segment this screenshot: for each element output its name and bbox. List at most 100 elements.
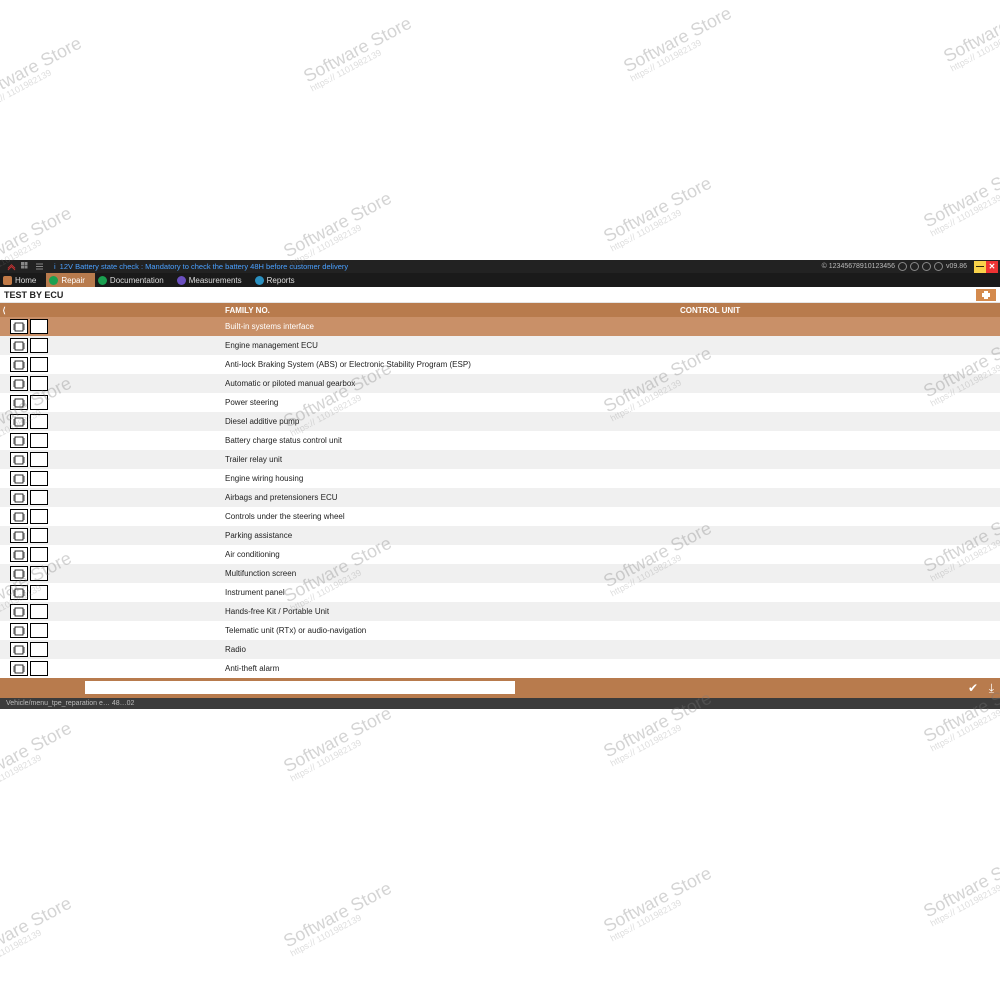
tab-measurements[interactable]: Measurements — [174, 273, 252, 287]
system-icon — [30, 376, 48, 391]
row-icon-cell — [0, 621, 55, 640]
watermark: Software Storehttps:// 1101982139 — [0, 894, 78, 974]
table-row[interactable]: Built-in systems interface — [0, 317, 1000, 336]
row-icon-cell — [0, 450, 55, 469]
system-icon — [30, 528, 48, 543]
ecu-icon — [10, 319, 28, 334]
table-row[interactable]: Diesel additive pump — [0, 412, 1000, 431]
page-title-bar: TEST BY ECU — [0, 287, 1000, 303]
version-label: v09.86 — [946, 263, 967, 270]
brand-logo-icon — [6, 262, 16, 272]
status-circle-icon[interactable] — [910, 262, 919, 271]
row-label: Airbags and pretensioners ECU — [55, 493, 338, 502]
system-icon — [30, 547, 48, 562]
system-icon — [30, 642, 48, 657]
ecu-list: Built-in systems interface Engine managem… — [0, 317, 1000, 678]
notification-text: 12V Battery state check : Mandatory to c… — [60, 262, 348, 271]
ecu-icon — [10, 547, 28, 562]
table-row[interactable]: Multifunction screen — [0, 564, 1000, 583]
page-title: TEST BY ECU — [4, 290, 63, 300]
table-row[interactable]: Anti-lock Braking System (ABS) or Electr… — [0, 355, 1000, 374]
ecu-icon — [10, 528, 28, 543]
table-row[interactable]: Controls under the steering wheel — [0, 507, 1000, 526]
notification-message[interactable]: i 12V Battery state check : Mandatory to … — [54, 262, 348, 271]
row-icon-cell — [0, 583, 55, 602]
row-icon-cell — [0, 526, 55, 545]
row-label: Battery charge status control unit — [55, 436, 342, 445]
system-icon — [30, 357, 48, 372]
table-row[interactable]: Power steering — [0, 393, 1000, 412]
close-button[interactable]: ✕ — [986, 261, 998, 273]
row-label: Automatic or piloted manual gearbox — [55, 379, 355, 388]
home-icon — [3, 276, 12, 285]
watermark: Software Storehttps:// 1101982139 — [301, 14, 419, 94]
table-row[interactable]: Trailer relay unit — [0, 450, 1000, 469]
table-row[interactable]: Hands-free Kit / Portable Unit — [0, 602, 1000, 621]
table-row[interactable]: Instrument panel — [0, 583, 1000, 602]
menu-icon[interactable] — [34, 262, 44, 272]
watermark: Software Storehttps:// 1101982139 — [601, 864, 719, 944]
table-row[interactable]: Airbags and pretensioners ECU — [0, 488, 1000, 507]
status-circle-icon[interactable] — [934, 262, 943, 271]
table-row[interactable]: Engine wiring housing — [0, 469, 1000, 488]
scroll-left-handle[interactable]: ⟨ — [0, 303, 8, 317]
ecu-icon — [10, 585, 28, 600]
row-icon-cell — [0, 374, 55, 393]
row-label: Multifunction screen — [55, 569, 296, 578]
minimize-button[interactable]: — — [974, 261, 986, 273]
tab-documentation[interactable]: Documentation — [95, 273, 174, 287]
system-icon — [30, 395, 48, 410]
tab-reports[interactable]: Reports — [252, 273, 305, 287]
table-header: ⟨ FAMILY NO. CONTROL UNIT — [0, 303, 1000, 317]
row-label: Hands-free Kit / Portable Unit — [55, 607, 329, 616]
watermark: Software Storehttps:// 1101982139 — [941, 0, 1000, 73]
table-row[interactable]: Air conditioning — [0, 545, 1000, 564]
table-row[interactable]: Radio — [0, 640, 1000, 659]
ecu-icon — [10, 414, 28, 429]
row-icon-cell — [0, 659, 55, 678]
table-row[interactable]: Parking assistance — [0, 526, 1000, 545]
row-label: Engine management ECU — [55, 341, 318, 350]
nav-tabs: Home Repair Documentation Measurements R… — [0, 273, 1000, 287]
system-icon — [30, 623, 48, 638]
row-icon-cell — [0, 640, 55, 659]
system-icon — [30, 414, 48, 429]
status-circle-icon[interactable] — [922, 262, 931, 271]
print-button[interactable] — [976, 289, 996, 301]
app-window: i 12V Battery state check : Mandatory to … — [0, 260, 1000, 709]
ecu-icon — [10, 452, 28, 467]
system-icon — [30, 490, 48, 505]
row-icon-cell — [0, 431, 55, 450]
row-icon-cell — [0, 355, 55, 374]
ecu-icon — [10, 623, 28, 638]
row-icon-cell — [0, 336, 55, 355]
row-icon-cell — [0, 412, 55, 431]
measurements-icon — [177, 276, 186, 285]
tab-home[interactable]: Home — [0, 273, 46, 287]
watermark: Software Storehttps:// 1101982139 — [921, 849, 1000, 929]
grid-icon[interactable] — [20, 262, 30, 272]
system-icon — [30, 604, 48, 619]
row-label: Built-in systems interface — [55, 322, 314, 331]
ecu-icon — [10, 490, 28, 505]
row-icon-cell — [0, 564, 55, 583]
confirm-button[interactable]: ✔ — [968, 681, 978, 695]
table-row[interactable]: Anti-theft alarm — [0, 659, 1000, 678]
system-icon — [30, 319, 48, 334]
row-icon-cell — [0, 507, 55, 526]
watermark: Software Storehttps:// 1101982139 — [921, 159, 1000, 239]
tab-label: Measurements — [189, 276, 242, 285]
watermark: Software Storehttps:// 1101982139 — [0, 719, 78, 799]
search-input[interactable] — [85, 681, 515, 694]
status-circle-icon[interactable] — [898, 262, 907, 271]
row-icon-cell — [0, 488, 55, 507]
table-row[interactable]: Automatic or piloted manual gearbox — [0, 374, 1000, 393]
download-button[interactable]: ⤓ — [989, 681, 994, 696]
watermark: Software Storehttps:// 1101982139 — [281, 189, 399, 269]
table-row[interactable]: Battery charge status control unit — [0, 431, 1000, 450]
tab-repair[interactable]: Repair — [46, 273, 95, 287]
table-row[interactable]: Engine management ECU — [0, 336, 1000, 355]
info-icon: i — [54, 262, 56, 271]
row-label: Controls under the steering wheel — [55, 512, 345, 521]
table-row[interactable]: Telematic unit (RTx) or audio-navigation — [0, 621, 1000, 640]
